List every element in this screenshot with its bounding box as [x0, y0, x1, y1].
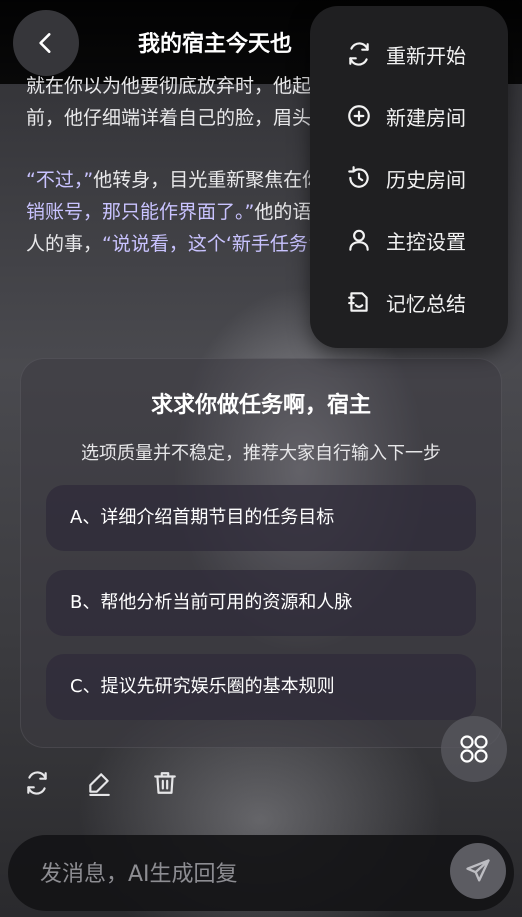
refresh-icon: [27, 771, 47, 795]
menu-item-new-room[interactable]: 新建房间: [310, 91, 508, 141]
send-button[interactable]: [450, 843, 506, 899]
page-title: 我的宿主今天也: [138, 32, 293, 57]
task-card-title: 求求你做任务啊，宿主: [150, 393, 371, 418]
task-card: 求求你做任务啊，宿主 选项质量并不稳定，推荐大家自行输入下一步 A、详细介绍首期…: [20, 358, 502, 748]
option-button-a[interactable]: A、详细介绍首期节目的任务目标: [46, 485, 476, 551]
dialogue-quote: “不过，”: [26, 169, 94, 191]
menu-item-history[interactable]: 历史房间: [310, 153, 508, 203]
apps-button[interactable]: [441, 716, 507, 782]
delete-button[interactable]: [152, 770, 180, 798]
refresh-icon: [349, 42, 369, 66]
chevron-left-icon: [39, 33, 51, 53]
menu-item-label: 主控设置: [386, 229, 466, 254]
menu-item-restart[interactable]: 重新开始: [310, 29, 508, 79]
options-menu: 重新开始 新建房间 历史房间 主控设置 记忆总结: [310, 6, 508, 348]
regenerate-button[interactable]: [24, 770, 52, 798]
memory-icon: [348, 292, 368, 312]
send-icon: [466, 859, 490, 882]
message-composer: [8, 835, 514, 911]
history-icon: [348, 166, 369, 188]
option-button-b[interactable]: B、帮他分析当前可用的资源和人脉: [46, 570, 476, 636]
option-button-c[interactable]: C、提议先研究娱乐圈的基本规则: [46, 654, 476, 720]
menu-item-label: 新建房间: [386, 105, 466, 130]
narration: 他转身，目光重新聚焦在你，: [93, 169, 341, 191]
menu-item-memory[interactable]: 记忆总结: [310, 277, 508, 327]
pencil-icon: [89, 773, 110, 796]
dialogue-quote: “说说看，这个‘新手任务’的: [102, 233, 333, 255]
menu-item-settings[interactable]: 主控设置: [310, 215, 508, 265]
menu-item-label: 记忆总结: [386, 291, 466, 316]
back-button[interactable]: [13, 10, 79, 76]
plus-circle-icon: [348, 105, 370, 127]
trash-icon: [154, 772, 176, 794]
user-icon: [349, 229, 369, 251]
message-input[interactable]: [38, 853, 422, 895]
menu-item-label: 重新开始: [386, 43, 466, 68]
menu-item-label: 历史房间: [386, 167, 466, 192]
grid-icon: [460, 735, 488, 763]
edit-button[interactable]: [86, 770, 114, 798]
task-card-subtitle: 选项质量并不稳定，推荐大家自行输入下一步: [81, 443, 441, 464]
